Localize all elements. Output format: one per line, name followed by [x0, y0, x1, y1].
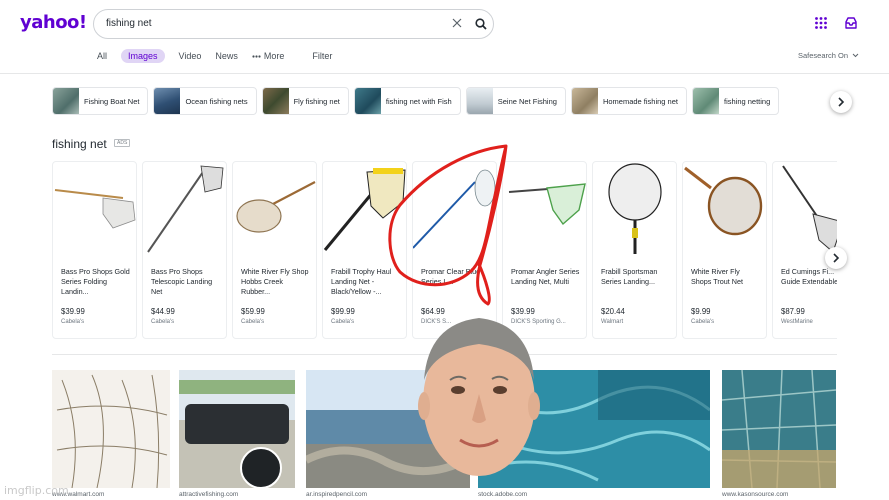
- search-box[interactable]: fishing net: [93, 9, 494, 39]
- clear-icon[interactable]: [450, 16, 464, 30]
- product-price: $9.99: [691, 307, 711, 316]
- safesearch-label: Safesearch On: [798, 51, 849, 60]
- chip-label: fishing net with Fish: [385, 96, 452, 106]
- product-store: Cabela's: [331, 319, 355, 325]
- product-image: [323, 168, 406, 251]
- chip-thumbnail: [571, 88, 598, 114]
- imgflip-watermark: imgflip.com: [4, 484, 69, 497]
- result-image[interactable]: [52, 370, 170, 488]
- related-chip[interactable]: fishing netting: [691, 87, 780, 115]
- product-name: Bass Pro Shops Gold Series Folding Landi…: [61, 267, 130, 296]
- mail-icon[interactable]: [844, 16, 858, 30]
- search-icon[interactable]: [474, 17, 488, 31]
- tab-more-label: More: [263, 51, 285, 61]
- product-card[interactable]: Frabill Trophy Haul Landing Net - Black/…: [322, 161, 407, 339]
- yahoo-image-search-page: yahoo! fishing net All Images Video News…: [0, 0, 889, 500]
- chip-thumbnail: [354, 88, 381, 114]
- yahoo-logo[interactable]: yahoo!: [20, 12, 87, 33]
- search-input[interactable]: fishing net: [106, 18, 152, 29]
- chevron-down-icon: [852, 53, 859, 58]
- related-chip[interactable]: Seine Net Fishing: [465, 87, 566, 115]
- related-chip[interactable]: Fly fishing net: [261, 87, 349, 115]
- product-store: Walmart: [601, 319, 624, 325]
- shopping-section-title: fishing net: [52, 137, 107, 151]
- product-card[interactable]: Frabill Sportsman Series Landing... $20.…: [592, 161, 677, 339]
- product-name: Frabill Trophy Haul Landing Net - Black/…: [331, 267, 392, 296]
- product-image: [236, 181, 316, 233]
- related-chip[interactable]: fishing net with Fish: [353, 87, 461, 115]
- result-source[interactable]: attractivefishing.com: [179, 491, 238, 498]
- product-image: [782, 165, 837, 253]
- product-price: $99.99: [331, 307, 355, 316]
- tab-video[interactable]: Video: [179, 49, 202, 63]
- chip-thumbnail: [262, 88, 289, 114]
- product-price: $87.99: [781, 307, 805, 316]
- chip-thumbnail: [53, 88, 79, 114]
- chip-thumbnail: [692, 88, 719, 114]
- product-name: Promar Angler Series Landing Net, Multi: [511, 267, 580, 286]
- product-image: [413, 169, 496, 249]
- tab-more[interactable]: More: [252, 49, 285, 63]
- product-image: [608, 163, 662, 254]
- more-dots-icon: [252, 54, 261, 58]
- related-searches: Fishing Boat Net Ocean fishing nets Fly …: [52, 87, 784, 115]
- related-chip[interactable]: Ocean fishing nets: [153, 87, 257, 115]
- product-name: Promar Clear Blue Series L...: [421, 267, 481, 286]
- chip-label: Seine Net Fishing: [497, 96, 557, 106]
- chevron-right-icon: [833, 253, 840, 263]
- result-source[interactable]: www.kasonsource.com: [722, 491, 788, 498]
- product-price: $59.99: [241, 307, 265, 316]
- filter-button[interactable]: Filter: [312, 49, 332, 63]
- tab-images[interactable]: Images: [121, 49, 165, 63]
- result-image[interactable]: [179, 370, 295, 488]
- product-store: Cabela's: [151, 319, 175, 325]
- product-store: Cabela's: [691, 319, 715, 325]
- search-tabs: All Images Video News More Filter: [97, 48, 346, 64]
- product-store: WestMarine: [781, 319, 813, 325]
- header-divider: [0, 73, 889, 74]
- product-image: [54, 189, 136, 229]
- ads-badge: ADS: [114, 139, 131, 147]
- product-name: Ed Cumings Fi... Guide Extendable...: [781, 267, 837, 286]
- chip-label: Fly fishing net: [293, 96, 340, 106]
- result-source[interactable]: stock.adobe.com: [478, 491, 527, 498]
- product-price: $20.44: [601, 307, 625, 316]
- chip-thumbnail: [154, 88, 181, 114]
- product-card[interactable]: White River Fly Shop Hobbs Creek Rubber.…: [232, 161, 317, 339]
- chevron-right-icon: [838, 97, 845, 107]
- tab-news[interactable]: News: [215, 49, 238, 63]
- result-image[interactable]: [722, 370, 836, 488]
- chip-label: fishing netting: [723, 96, 771, 106]
- product-store: Cabela's: [61, 319, 85, 325]
- product-image: [508, 183, 586, 226]
- product-card[interactable]: Bass Pro Shops Gold Series Folding Landi…: [52, 161, 137, 339]
- product-card[interactable]: Bass Pro Shops Telescopic Landing Net $4…: [142, 161, 227, 339]
- face-cutout-overlay: [418, 318, 540, 476]
- product-image: [147, 165, 224, 253]
- product-store: Cabela's: [241, 319, 265, 325]
- chip-label: Homemade fishing net: [602, 96, 678, 106]
- product-name: White River Fly Shop Hobbs Creek Rubber.…: [241, 267, 309, 296]
- chip-thumbnail: [466, 88, 493, 114]
- product-name: Bass Pro Shops Telescopic Landing Net: [151, 267, 213, 296]
- apps-grid-icon[interactable]: [814, 16, 828, 30]
- result-source[interactable]: ar.inspiredpencil.com: [306, 491, 367, 498]
- chip-label: Ocean fishing nets: [185, 96, 248, 106]
- product-name: White River Fly Shops Trout Net: [691, 267, 743, 286]
- related-chip[interactable]: Fishing Boat Net: [52, 87, 149, 115]
- safesearch-toggle[interactable]: Safesearch On: [798, 51, 859, 60]
- tab-all[interactable]: All: [97, 49, 107, 63]
- product-image: [684, 166, 763, 236]
- product-card[interactable]: White River Fly Shops Trout Net $9.99 Ca…: [682, 161, 767, 339]
- chips-next-button[interactable]: [830, 91, 852, 113]
- product-price: $44.99: [151, 307, 175, 316]
- products-next-button[interactable]: [825, 247, 847, 269]
- related-chip[interactable]: Homemade fishing net: [570, 87, 687, 115]
- product-price: $39.99: [61, 307, 85, 316]
- product-name: Frabill Sportsman Series Landing...: [601, 267, 658, 286]
- chip-label: Fishing Boat Net: [84, 96, 140, 106]
